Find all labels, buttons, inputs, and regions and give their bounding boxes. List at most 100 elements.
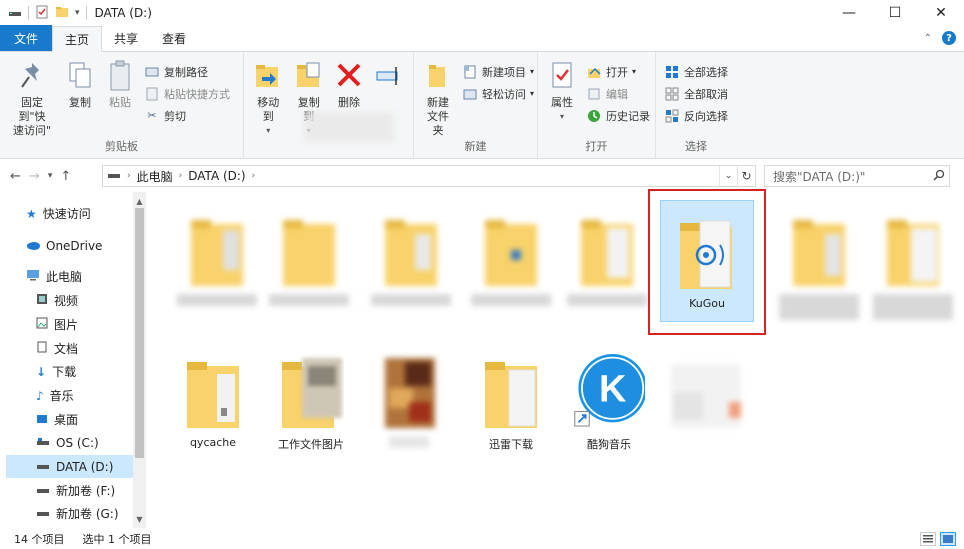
invert-selection-label: 反向选择 (684, 109, 728, 123)
forward-arrow-icon[interactable]: → (29, 169, 40, 184)
properties-check-icon[interactable] (35, 5, 49, 22)
large-icons-view-icon[interactable] (940, 531, 956, 546)
move-to-button[interactable]: 移动到 ▾ (248, 56, 289, 159)
folder-item-xunlei-download[interactable]: 迅雷下载 (464, 340, 558, 462)
image-file-item[interactable] (362, 340, 456, 462)
title-bar: ▾ DATA (D:) — ☐ ✕ (0, 0, 964, 26)
nav-item-drive-f[interactable]: 新加卷 (F:) (6, 479, 134, 502)
search-icon[interactable] (933, 169, 945, 184)
image-file-item[interactable] (658, 340, 752, 462)
shortcut-item-kugou-music[interactable]: K 酷狗音乐 (562, 340, 656, 462)
nav-pane-scrollbar[interactable]: ▲ ▼ (133, 192, 146, 528)
dropdown-arrow-icon: ▾ (559, 112, 564, 121)
nav-item-music[interactable]: ♪ 音乐 (6, 384, 134, 407)
edit-button[interactable]: 编辑 (586, 84, 650, 103)
copy-label: 复制 (69, 96, 91, 109)
new-folder-icon[interactable] (55, 5, 69, 22)
address-bar-buttons: ⌄ ↻ (719, 166, 755, 186)
nav-item-quick-access[interactable]: ★ 快速访问 (6, 202, 134, 225)
breadcrumb-this-pc[interactable]: 此电脑 (137, 168, 173, 185)
new-item-label: 新建项目 (482, 65, 526, 79)
copy-icon (64, 58, 96, 94)
breadcrumb-chevron-icon[interactable]: › (127, 171, 131, 181)
copy-path-button[interactable]: 复制路径 (144, 62, 230, 81)
breadcrumb-chevron-icon[interactable]: › (252, 171, 256, 181)
selected-count: 选中 1 个项目 (82, 532, 152, 546)
recent-locations-icon[interactable]: ▾ (48, 171, 53, 181)
address-bar[interactable]: › 此电脑 › DATA (D:) › ⌄ ↻ (102, 165, 756, 187)
history-button[interactable]: 历史记录 (586, 106, 650, 125)
nav-item-drive-g[interactable]: 新加卷 (G:) (6, 502, 134, 525)
pictures-icon (36, 317, 48, 332)
history-label: 历史记录 (606, 109, 650, 123)
drive-icon (8, 6, 22, 21)
customize-qat-icon[interactable]: ▾ (75, 8, 80, 18)
music-icon: ♪ (36, 388, 44, 403)
nav-item-drive-c[interactable]: OS (C:) (6, 431, 134, 454)
delete-button[interactable]: 删除 (329, 56, 369, 159)
nav-item-onedrive[interactable]: OneDrive (6, 234, 134, 257)
scroll-thumb[interactable] (135, 208, 144, 458)
paste-icon (104, 58, 136, 94)
open-button[interactable]: 打开 ▾ (586, 62, 650, 81)
breadcrumb-chevron-icon[interactable]: › (179, 171, 183, 181)
back-arrow-icon[interactable]: ← (10, 169, 21, 184)
rename-button[interactable] (369, 56, 409, 159)
download-icon: ↓ (36, 364, 47, 379)
nav-item-drive-d[interactable]: DATA (D:) (6, 455, 134, 478)
folder-item[interactable] (464, 198, 558, 320)
copy-to-button[interactable]: 复制到 ▾ (289, 56, 330, 159)
folder-icon (475, 204, 547, 290)
tab-home[interactable]: 主页 (52, 26, 103, 52)
tab-file[interactable]: 文件 (0, 25, 53, 51)
nav-item-videos[interactable]: 视频 (6, 289, 134, 312)
ribbon-tabs-right: ⌃ ? (924, 25, 964, 51)
details-view-icon[interactable] (920, 531, 936, 546)
nav-item-desktop[interactable]: 桌面 (6, 408, 134, 431)
folder-item[interactable] (866, 198, 960, 320)
folder-item[interactable] (772, 198, 866, 320)
address-history-dropdown-icon[interactable]: ⌄ (719, 166, 737, 186)
drive-icon (36, 460, 50, 474)
svg-text:K: K (599, 369, 626, 411)
up-arrow-icon[interactable]: ↑ (60, 169, 71, 184)
folder-item-qycache[interactable]: qycache (166, 340, 260, 462)
minimize-button[interactable]: — (826, 0, 872, 26)
separator (28, 6, 29, 20)
properties-icon (546, 58, 578, 94)
cut-button[interactable]: ✂ 剪切 (144, 106, 230, 125)
invert-selection-button[interactable]: 反向选择 (664, 106, 728, 125)
maximize-button[interactable]: ☐ (872, 0, 918, 26)
breadcrumb-drive[interactable]: DATA (D:) (188, 169, 245, 183)
refresh-icon[interactable]: ↻ (737, 166, 755, 186)
tab-share[interactable]: 共享 (102, 25, 150, 51)
folder-item[interactable] (560, 198, 654, 320)
select-none-icon (664, 86, 680, 102)
help-icon[interactable]: ? (942, 31, 956, 45)
scroll-up-icon[interactable]: ▲ (133, 194, 146, 208)
computer-icon (26, 269, 40, 284)
scroll-down-icon[interactable]: ▼ (133, 512, 146, 526)
folder-item-work-pictures[interactable]: 工作文件图片 (264, 340, 358, 462)
paste-shortcut-button[interactable]: 粘贴快捷方式 (144, 84, 230, 103)
blurred-label (371, 294, 451, 306)
nav-item-this-pc[interactable]: 此电脑 (6, 265, 134, 288)
search-box[interactable]: 搜索"DATA (D:)" (764, 165, 950, 187)
tab-view[interactable]: 查看 (150, 25, 198, 51)
folder-item[interactable] (262, 198, 356, 320)
new-item-button[interactable]: 新建项目 ▾ (462, 62, 534, 81)
folder-item[interactable] (170, 198, 264, 320)
new-group-label: 新建 (464, 140, 487, 153)
folder-item[interactable] (364, 198, 458, 320)
select-none-button[interactable]: 全部取消 (664, 84, 728, 103)
folder-icon (273, 204, 345, 290)
easy-access-button[interactable]: 轻松访问 ▾ (462, 84, 534, 103)
close-button[interactable]: ✕ (918, 0, 964, 26)
new-item-icon (462, 64, 478, 80)
nav-item-documents[interactable]: 文档 (6, 337, 134, 360)
select-all-button[interactable]: 全部选择 (664, 62, 728, 81)
nav-item-downloads[interactable]: ↓ 下载 (6, 360, 134, 383)
nav-item-pictures[interactable]: 图片 (6, 313, 134, 336)
pin-label: 固定到"快 速访问" (12, 96, 52, 137)
collapse-ribbon-icon[interactable]: ⌃ (924, 33, 932, 44)
